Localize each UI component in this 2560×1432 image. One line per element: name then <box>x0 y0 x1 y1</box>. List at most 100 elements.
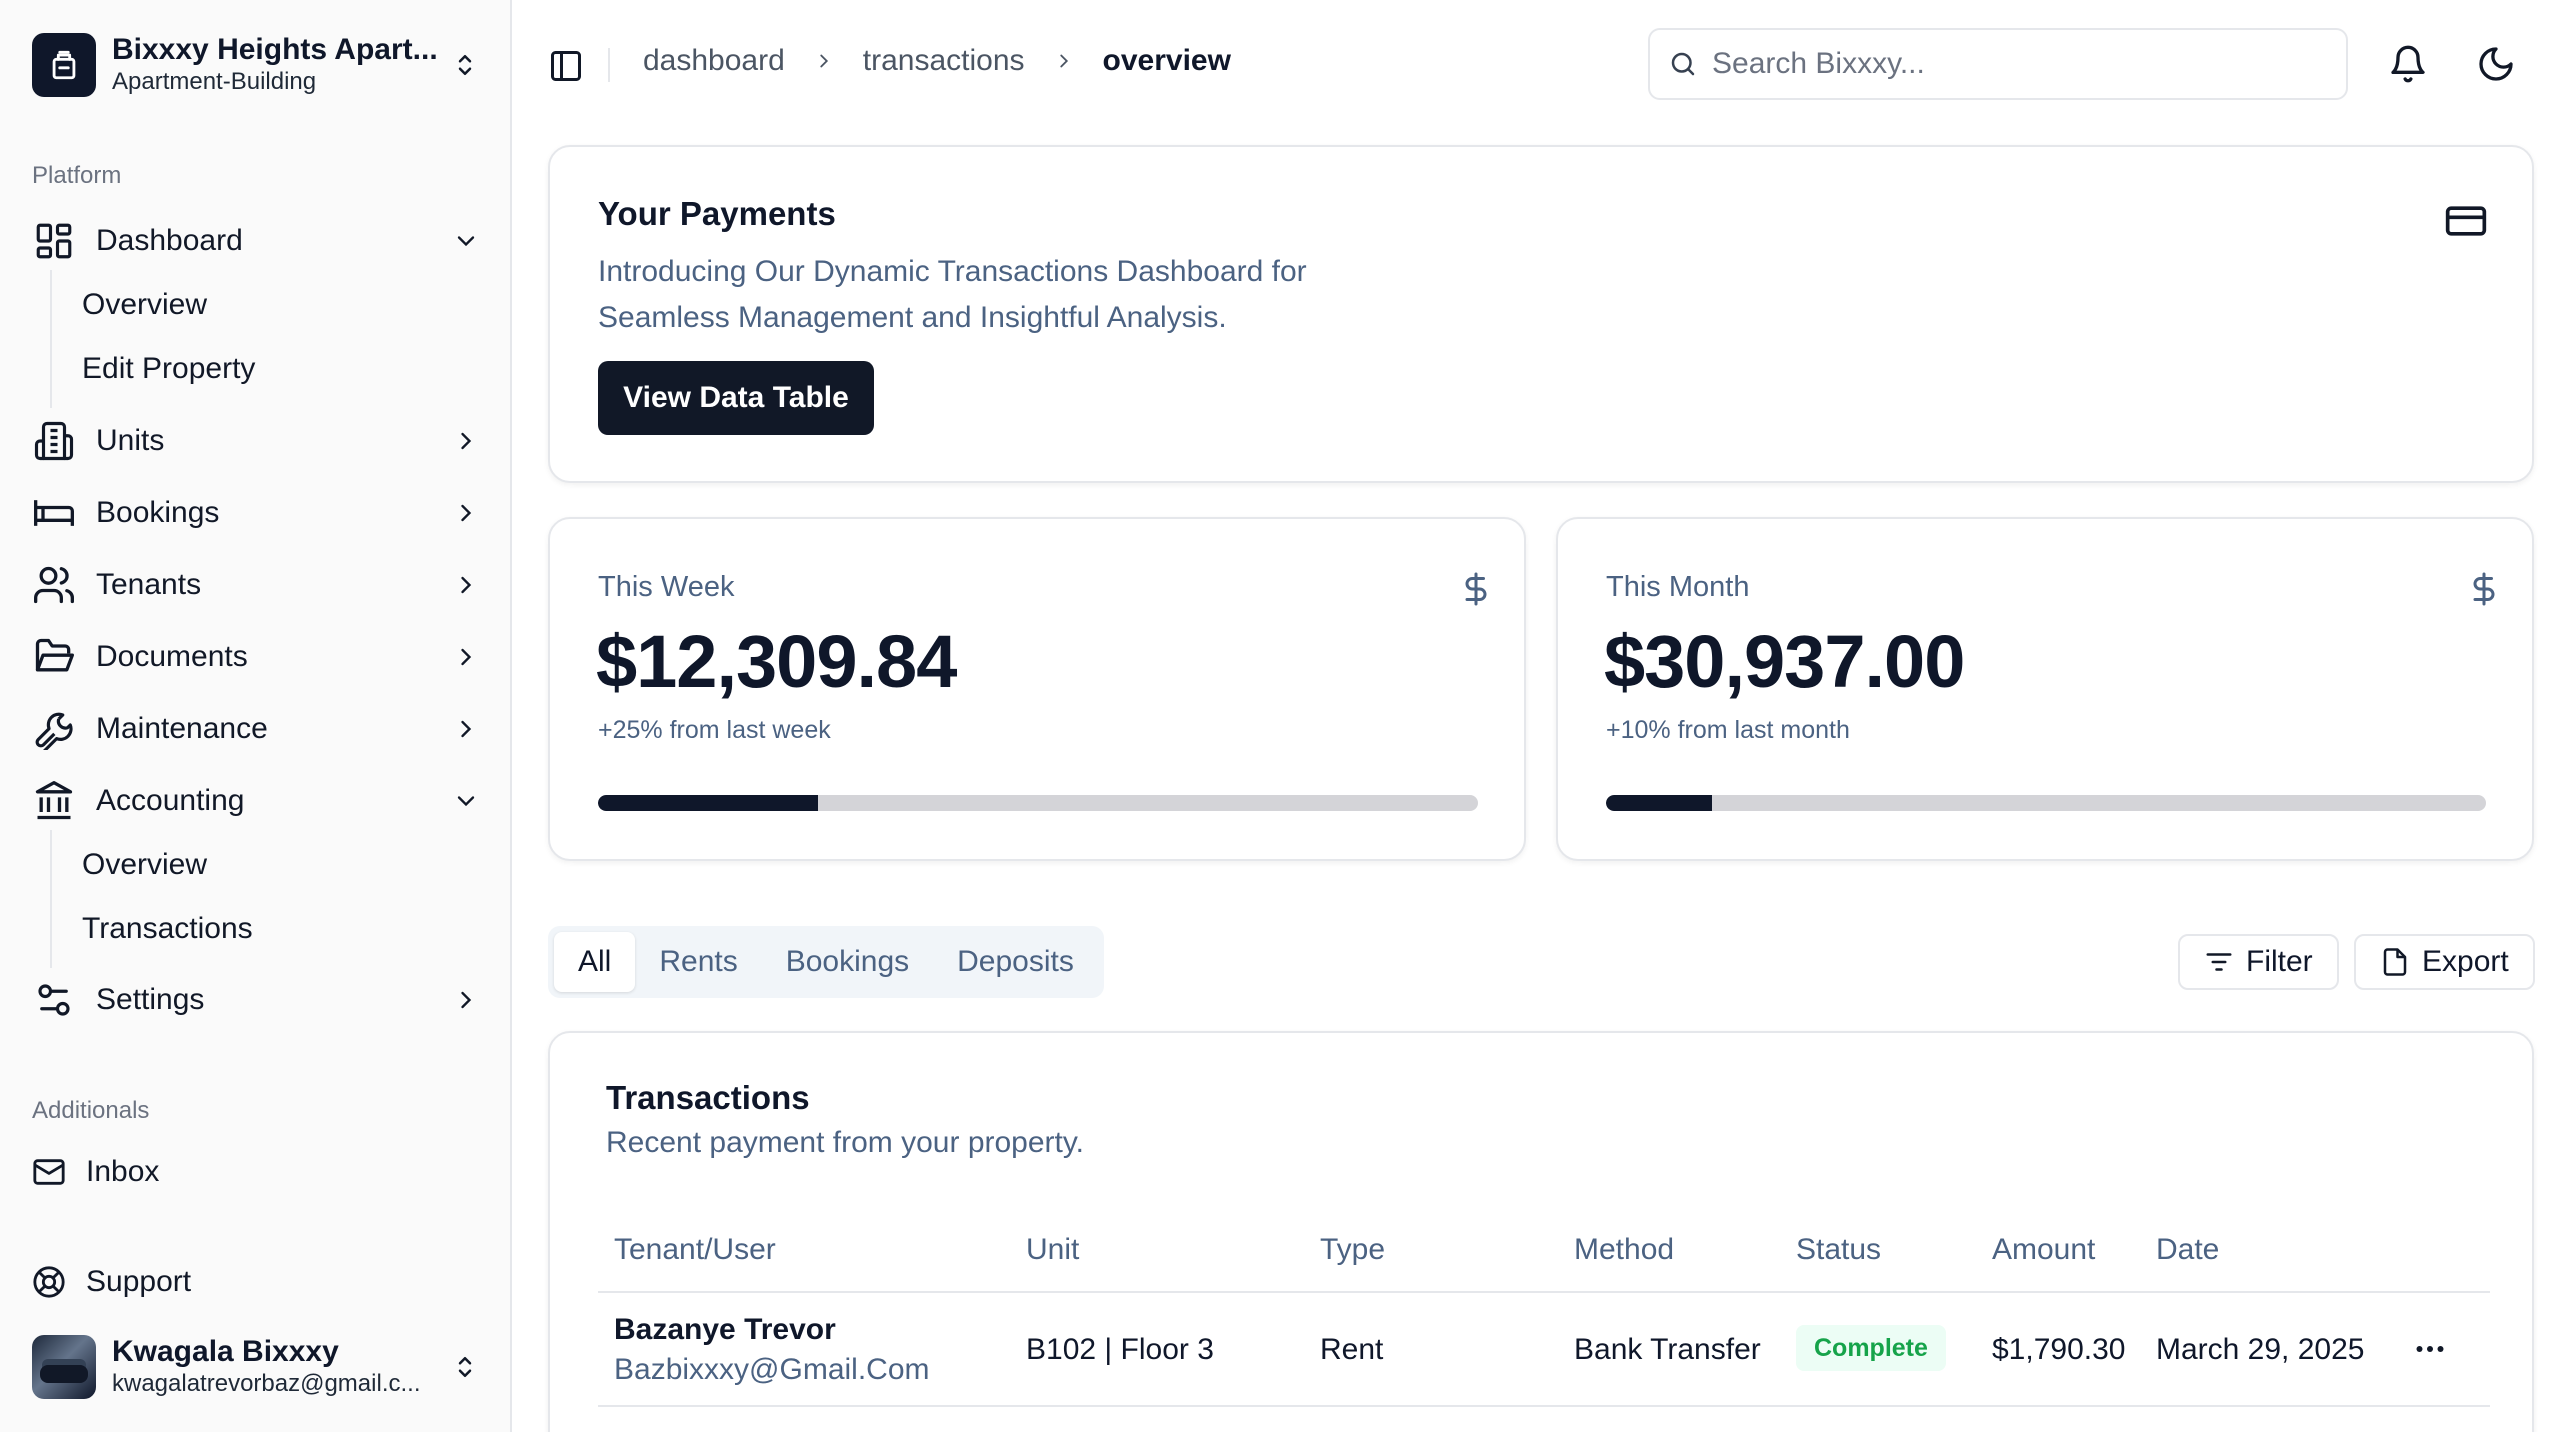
tab-deposits[interactable]: Deposits <box>933 932 1098 992</box>
stat-label: This Month <box>1606 571 1750 603</box>
column-header-type[interactable]: Type <box>1320 1233 1385 1267</box>
tab-rents[interactable]: Rents <box>635 932 761 992</box>
progress-bar <box>598 795 1478 811</box>
sidebar-subitem-accounting-overview[interactable]: Overview <box>82 841 207 889</box>
chevron-right-icon <box>461 648 472 666</box>
cell-method: Bank Transfer <box>1574 1333 1761 1366</box>
user-menu[interactable]: Kwagala Bixxxy kwagalatrevorbaz@gmail.c.… <box>32 1334 480 1400</box>
chevrons-up-down-icon <box>458 1357 472 1377</box>
sidebar-item-dashboard[interactable]: Dashboard <box>32 213 480 269</box>
view-data-table-button[interactable]: View Data Table <box>598 361 874 435</box>
tab-list: All Rents Bookings Deposits <box>548 926 1104 998</box>
breadcrumb-transactions[interactable]: transactions <box>863 44 1025 78</box>
sidebar-item-support[interactable]: Support <box>32 1265 191 1299</box>
chevron-right-icon <box>1059 54 1068 68</box>
sidebar-item-maintenance[interactable]: Maintenance <box>32 701 480 757</box>
sidebar-item-label: Documents <box>96 640 248 673</box>
column-header-date[interactable]: Date <box>2156 1233 2219 1267</box>
file-icon <box>2383 948 2407 976</box>
payments-description: Introducing Our Dynamic Transactions Das… <box>598 255 1307 334</box>
chevron-right-icon <box>461 720 472 738</box>
settings-sliders-icon <box>32 978 76 1022</box>
breadcrumb-current: overview <box>1102 44 1231 77</box>
chevron-right-icon <box>820 54 828 68</box>
sidebar-item-units[interactable]: Units <box>32 413 480 469</box>
filter-button[interactable]: Filter <box>2178 934 2339 990</box>
column-header-tenant[interactable]: Tenant/User <box>614 1233 776 1267</box>
row-divider <box>598 1405 2490 1407</box>
tenant-email: Bazbixxxy@Gmail.Com <box>614 1353 930 1386</box>
layout-dashboard-icon <box>32 219 76 263</box>
sidebar: Bixxxy Heights Apart... Apartment-Buildi… <box>0 0 512 1432</box>
cell-date: March 29, 2025 <box>2156 1333 2365 1366</box>
sidebar-item-tenants[interactable]: Tenants <box>32 557 480 613</box>
app-root: Bixxxy Heights Apart... Apartment-Buildi… <box>0 0 2560 1432</box>
column-header-amount[interactable]: Amount <box>1992 1233 2095 1267</box>
sidebar-subitem-edit-property[interactable]: Edit Property <box>82 345 255 393</box>
chevron-right-icon <box>461 432 472 450</box>
stat-note: +10% from last month <box>1606 716 1850 744</box>
sidebar-item-accounting[interactable]: Accounting <box>32 773 480 829</box>
panel-left-icon[interactable] <box>548 48 584 84</box>
stat-card-week: This Week $12,309.84 +25% from last week <box>548 517 1526 861</box>
user-name: Kwagala Bixxxy <box>112 1335 339 1368</box>
sidebar-item-label: Maintenance <box>96 712 268 745</box>
sidebar-item-documents[interactable]: Documents <box>32 629 480 685</box>
submenu-line <box>50 270 52 408</box>
sidebar-item-inbox[interactable]: Inbox <box>32 1155 159 1189</box>
stat-value: $12,309.84 <box>596 620 957 703</box>
export-button[interactable]: Export <box>2354 934 2535 990</box>
users-icon <box>32 563 76 607</box>
progress-bar <box>1606 795 2486 811</box>
group-label-additionals: Additionals <box>32 1097 150 1124</box>
tab-all[interactable]: All <box>554 932 636 992</box>
tenant-name: Bazanye Trevor <box>614 1313 836 1346</box>
progress-fill <box>598 795 818 811</box>
header-divider <box>598 1291 2490 1293</box>
sidebar-item-label: Inbox <box>86 1155 160 1188</box>
sidebar-item-settings[interactable]: Settings <box>32 972 480 1028</box>
group-label-platform: Platform <box>32 162 122 189</box>
dollar-sign-icon <box>2473 572 2495 606</box>
search-input[interactable] <box>1712 47 2312 81</box>
team-type: Apartment-Building <box>112 68 317 95</box>
search-icon <box>1671 52 1695 76</box>
tab-bookings[interactable]: Bookings <box>762 932 933 992</box>
export-label: Export <box>2422 945 2509 978</box>
folder-open-icon <box>32 635 76 679</box>
sidebar-subitem-transactions[interactable]: Transactions <box>82 905 253 953</box>
sidebar-item-label: Tenants <box>96 568 202 601</box>
user-email: kwagalatrevorbaz@gmail.c... <box>112 1370 421 1397</box>
sidebar-item-label: Accounting <box>96 784 245 817</box>
chevrons-up-down-icon <box>458 55 472 75</box>
team-switcher[interactable]: Bixxxy Heights Apart... Apartment-Buildi… <box>32 32 480 98</box>
moon-icon[interactable] <box>2476 44 2516 84</box>
column-header-status[interactable]: Status <box>1796 1233 1881 1267</box>
wrench-icon <box>32 707 76 751</box>
search-box[interactable] <box>1648 28 2348 100</box>
column-header-unit[interactable]: Unit <box>1026 1233 1079 1267</box>
more-horizontal-icon[interactable] <box>2412 1331 2448 1367</box>
filter-lines-icon <box>2206 953 2232 971</box>
building-icon <box>32 33 96 97</box>
chevron-right-icon <box>461 576 472 594</box>
stat-card-month: This Month $30,937.00 +10% from last mon… <box>1556 517 2534 861</box>
payments-card: Your Payments Introducing Our Dynamic Tr… <box>548 145 2534 483</box>
bed-icon <box>32 491 76 535</box>
progress-fill <box>1606 795 1712 811</box>
chevron-down-icon <box>457 796 475 807</box>
team-text: Bixxxy Heights Apart... Apartment-Buildi… <box>112 33 450 97</box>
sidebar-item-bookings[interactable]: Bookings <box>32 485 480 541</box>
life-buoy-icon <box>33 1266 65 1298</box>
stat-note: +25% from last week <box>598 716 831 744</box>
bell-icon[interactable] <box>2388 44 2428 84</box>
dollar-sign-icon <box>1465 572 1487 606</box>
column-header-method[interactable]: Method <box>1574 1233 1674 1267</box>
cell-unit: B102 | Floor 3 <box>1026 1333 1214 1366</box>
breadcrumb-dashboard[interactable]: dashboard <box>643 44 785 78</box>
sidebar-subitem-overview[interactable]: Overview <box>82 281 207 329</box>
landmark-icon <box>32 779 76 823</box>
cell-type: Rent <box>1320 1333 1384 1366</box>
cell-amount: $1,790.30 <box>1992 1333 2126 1366</box>
sidebar-item-label: Dashboard <box>96 224 243 257</box>
